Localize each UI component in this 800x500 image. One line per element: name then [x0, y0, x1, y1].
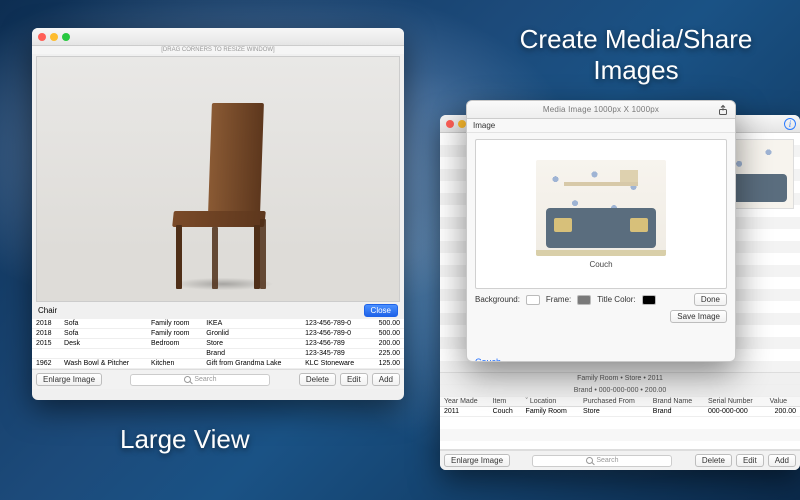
chair-image — [158, 89, 278, 289]
label-frame: Frame: — [546, 295, 571, 304]
inventory-table: 2018Sofa Family roomIKEA 123-456-789-050… — [32, 319, 404, 369]
frame-color-swatch[interactable] — [577, 295, 591, 305]
add-button[interactable]: Add — [372, 373, 400, 386]
caption-large-view: Large View — [120, 424, 250, 455]
media-caption: Couch — [589, 260, 612, 269]
title-color-swatch[interactable] — [642, 295, 656, 305]
window-title: Media Image 1000px X 1000px — [467, 105, 735, 114]
detail-line-2: Brand • 000-000-000 • 200.00 — [440, 385, 800, 397]
large-view-window: [DRAG CORNERS TO RESIZE WINDOW] Chair Cl… — [32, 28, 404, 400]
save-image-button[interactable]: Save Image — [670, 310, 727, 323]
media-preview-canvas: Couch — [475, 139, 727, 289]
table-row[interactable]: 1962Wash Bowl & Pitcher KitchenGift from… — [32, 359, 404, 369]
close-icon[interactable] — [38, 33, 46, 41]
col-year[interactable]: Year Made — [440, 397, 489, 407]
col-location[interactable]: ˇ Location — [522, 397, 579, 407]
table-row[interactable]: 2011 Couch Family Room Store Brand 000-0… — [440, 407, 800, 417]
table-row[interactable]: Brand 123-345-789225.00 — [32, 349, 404, 359]
background-color-swatch[interactable] — [526, 295, 540, 305]
add-button[interactable]: Add — [768, 454, 796, 467]
main-table: Year Made Item ˇ Location Purchased From… — [440, 397, 800, 417]
large-image-preview — [36, 56, 400, 302]
share-icon[interactable] — [717, 104, 729, 116]
item-name: Chair — [38, 306, 57, 315]
col-serial[interactable]: Serial Number — [704, 397, 766, 407]
search-field[interactable]: Search — [514, 455, 691, 467]
caption-media-share: Create Media/Share Images — [502, 24, 770, 86]
enlarge-image-button[interactable]: Enlarge Image — [36, 373, 102, 386]
close-button[interactable]: Close — [364, 304, 398, 317]
table-row[interactable]: 2018Sofa Family roomIKEA 123-456-789-050… — [32, 319, 404, 329]
zoom-icon[interactable] — [62, 33, 70, 41]
col-value[interactable]: Value — [766, 397, 800, 407]
done-button[interactable]: Done — [694, 293, 727, 306]
tab-image[interactable]: Image — [467, 119, 735, 133]
titlebar[interactable] — [32, 28, 404, 46]
search-icon — [184, 376, 191, 383]
table-row[interactable]: 2018Sofa Family roomGronlid 123-456-789-… — [32, 329, 404, 339]
close-icon[interactable] — [446, 120, 454, 128]
titlebar[interactable]: Media Image 1000px X 1000px — [467, 101, 735, 119]
edit-button[interactable]: Edit — [736, 454, 764, 467]
col-brand-name[interactable]: Brand Name — [649, 397, 704, 407]
label-title-color: Title Color: — [597, 295, 635, 304]
enlarge-image-button[interactable]: Enlarge Image — [444, 454, 510, 467]
empty-rows — [440, 416, 800, 450]
col-item[interactable]: Item — [489, 397, 522, 407]
info-icon[interactable]: i — [784, 118, 796, 130]
col-purchased-from[interactable]: Purchased From — [579, 397, 649, 407]
edit-button[interactable]: Edit — [340, 373, 368, 386]
media-image-window: Media Image 1000px X 1000px Image Couch … — [466, 100, 736, 362]
bottom-toolbar: Enlarge Image Search Delete Edit Add — [32, 369, 404, 389]
minimize-icon[interactable] — [50, 33, 58, 41]
minimize-icon[interactable] — [458, 120, 466, 128]
item-link[interactable]: Couch — [467, 357, 735, 362]
search-icon — [586, 457, 593, 464]
detail-line-1: Family Room • Store • 2011 — [440, 373, 800, 385]
room-image — [536, 160, 666, 256]
label-background: Background: — [475, 295, 520, 304]
delete-button[interactable]: Delete — [695, 454, 732, 467]
bottom-toolbar: Enlarge Image Search Delete Edit Add — [440, 450, 800, 470]
delete-button[interactable]: Delete — [299, 373, 336, 386]
search-field[interactable]: Search — [106, 374, 295, 386]
resize-hint: [DRAG CORNERS TO RESIZE WINDOW] — [32, 46, 404, 54]
table-row[interactable]: 2015Desk BedroomStore 123-456-789200.00 — [32, 339, 404, 349]
